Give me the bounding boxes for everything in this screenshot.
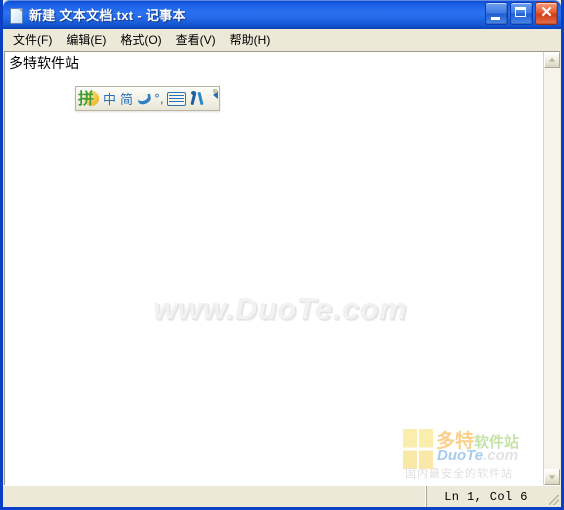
- logo-en-primary: DuoTe: [437, 447, 484, 464]
- logo-cn-primary: 多特: [436, 430, 475, 452]
- title-bar[interactable]: 新建 文本文档.txt - 记事本 ✕: [3, 0, 561, 29]
- notepad-window: 新建 文本文档.txt - 记事本 ✕ 文件(F) 编辑(E) 格式(O) 查看…: [0, 0, 564, 510]
- logo-chinese-name: 多特软件站: [436, 426, 519, 453]
- wrench-tools-icon[interactable]: [190, 90, 206, 108]
- duote-logo-watermark: 多特软件站 DuoTe.com 国内最安全的软件站: [403, 425, 539, 483]
- minimize-icon: [491, 17, 500, 20]
- window-title: 新建 文本文档.txt - 记事本: [29, 8, 186, 23]
- ime-logo-char: 拼: [78, 88, 95, 108]
- ime-resize-grip[interactable]: [213, 89, 217, 93]
- logo-english-name: DuoTe.com: [437, 447, 518, 464]
- half-moon-icon[interactable]: [137, 90, 152, 108]
- page-watermark: www.DuoTe.com: [153, 291, 407, 326]
- document-text: 多特软件站: [9, 56, 79, 72]
- text-editor[interactable]: 多特软件站 www.DuoTe.com 拼 中 简 °, 多特软件站 DuoTe…: [5, 52, 543, 485]
- ime-language-toggle[interactable]: 中: [103, 89, 116, 108]
- window-controls: ✕: [485, 2, 558, 25]
- editor-client-area: 多特软件站 www.DuoTe.com 拼 中 简 °, 多特软件站 DuoTe…: [4, 51, 560, 485]
- logo-tagline: 国内最安全的软件站: [405, 467, 513, 480]
- maximize-button[interactable]: [510, 2, 533, 25]
- status-left-pane: [3, 486, 427, 507]
- scroll-up-button[interactable]: [544, 52, 560, 68]
- soft-keyboard-icon[interactable]: [166, 91, 186, 106]
- ime-logo-icon[interactable]: 拼: [78, 89, 99, 109]
- close-button[interactable]: ✕: [535, 2, 558, 25]
- logo-cn-secondary: 软件站: [474, 433, 520, 451]
- status-bar: Ln 1, Col 6: [3, 485, 561, 507]
- scrollbar-track[interactable]: [544, 68, 560, 469]
- scroll-up-arrow-icon: [549, 57, 555, 62]
- close-icon: ✕: [540, 4, 553, 21]
- logo-mark-icon: [403, 429, 433, 469]
- menu-edit[interactable]: 编辑(E): [59, 29, 113, 51]
- cursor-position-indicator: Ln 1, Col 6: [444, 489, 528, 504]
- minimize-button[interactable]: [485, 2, 508, 25]
- menu-help[interactable]: 帮助(H): [223, 29, 278, 51]
- menu-view[interactable]: 查看(V): [169, 29, 223, 51]
- menu-file[interactable]: 文件(F): [6, 29, 59, 51]
- ime-punctuation-toggle[interactable]: °,: [154, 92, 164, 106]
- menu-format[interactable]: 格式(O): [113, 29, 168, 51]
- ime-toolbar[interactable]: 拼 中 简 °,: [75, 86, 220, 111]
- scroll-down-button[interactable]: [544, 469, 560, 485]
- notepad-document-icon: [8, 7, 24, 24]
- maximize-icon: [515, 7, 526, 17]
- menu-bar: 文件(F) 编辑(E) 格式(O) 查看(V) 帮助(H): [3, 29, 561, 51]
- resize-grip[interactable]: [545, 486, 561, 507]
- vertical-scrollbar[interactable]: [543, 52, 560, 485]
- logo-en-secondary: .com: [483, 447, 519, 464]
- scroll-down-arrow-icon: [549, 475, 555, 480]
- ime-script-toggle[interactable]: 简: [120, 89, 133, 108]
